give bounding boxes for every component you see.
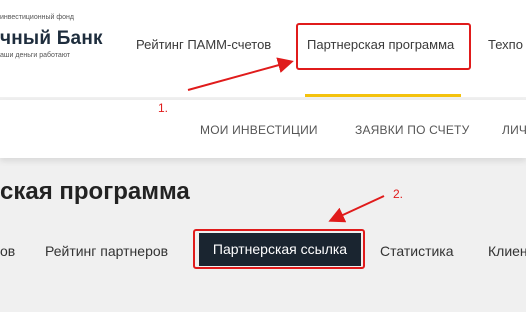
logo-name[interactable]: чный Банк xyxy=(0,28,103,50)
step-label-2: 2. xyxy=(393,187,404,201)
tab-partial-left[interactable]: ов xyxy=(0,243,15,259)
tab-partner-rating[interactable]: Рейтинг партнеров xyxy=(45,243,168,259)
tab-partner-link[interactable]: Партнерская ссылка xyxy=(199,233,361,266)
subnav-my-investments[interactable]: МОИ ИНВЕСТИЦИИ xyxy=(200,123,318,137)
sub-navigation: МОИ ИНВЕСТИЦИИ ЗАЯВКИ ПО СЧЕТУ ЛИЧ xyxy=(0,100,526,158)
step-label-1: 1. xyxy=(158,101,169,115)
tab-statistics[interactable]: Статистика xyxy=(380,243,454,259)
nav-partner-program[interactable]: Партнерская программа xyxy=(307,37,454,52)
nav-support[interactable]: Техпо xyxy=(488,37,523,52)
tab-clients[interactable]: Клиен xyxy=(488,243,526,259)
subnav-account-requests[interactable]: ЗАЯВКИ ПО СЧЕТУ xyxy=(355,123,469,137)
top-header: инвестиционный фонд чный Банк аши деньги… xyxy=(0,0,526,97)
page-title: ская программа xyxy=(0,178,190,205)
logo-tagline-bottom: аши деньги работают xyxy=(0,52,71,59)
arrow-2 xyxy=(328,195,385,223)
subnav-personal[interactable]: ЛИЧ xyxy=(502,123,526,137)
active-nav-underline xyxy=(305,94,461,97)
nav-pamm-rating[interactable]: Рейтинг ПАММ-счетов xyxy=(136,37,271,52)
logo-tagline-top: инвестиционный фонд xyxy=(0,14,74,21)
